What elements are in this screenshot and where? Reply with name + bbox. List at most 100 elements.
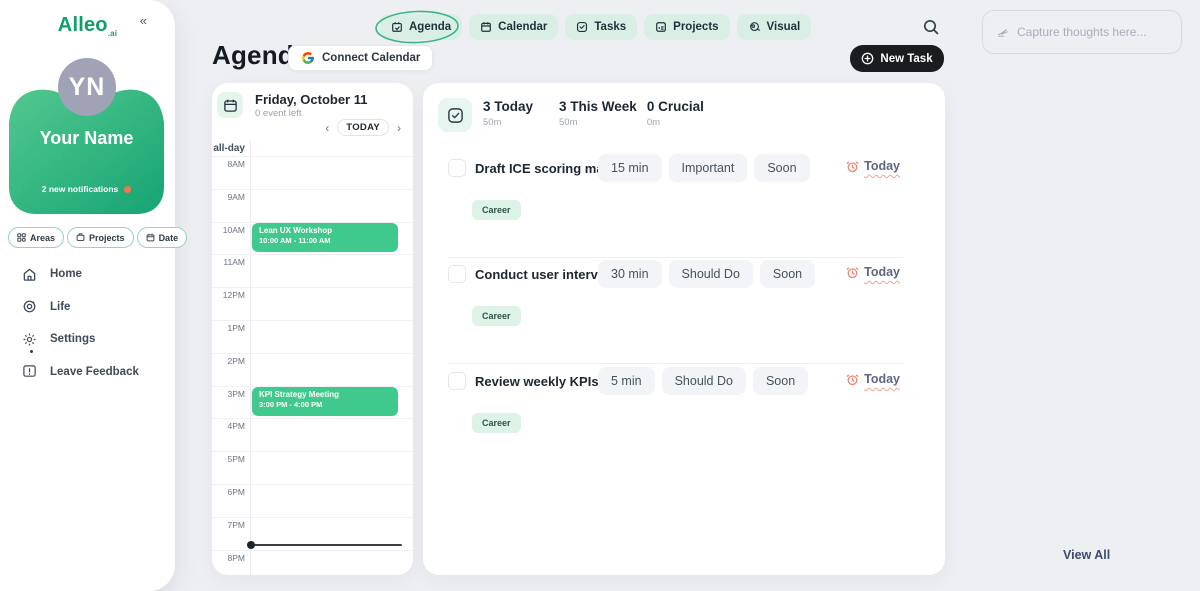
alarm-icon	[846, 373, 859, 386]
task-title[interactable]: Review weekly KPIs	[475, 374, 599, 389]
date-icon	[146, 233, 155, 242]
hour-line	[212, 320, 413, 321]
events-left-label: 0 event left	[255, 108, 301, 119]
search-button[interactable]	[922, 18, 942, 38]
task-checkbox[interactable]	[448, 159, 466, 177]
sidebar-item-life[interactable]: Life	[22, 298, 139, 316]
priority-badge[interactable]: Important	[669, 154, 748, 182]
task-row: Review weekly KPIs 5 min Should Do Soon …	[423, 365, 945, 471]
sidebar-item-settings[interactable]: Settings	[22, 330, 139, 348]
task-row: Draft ICE scoring matrix 15 min Importan…	[423, 152, 945, 258]
collapse-sidebar-icon[interactable]: «	[140, 13, 147, 28]
tab-calendar[interactable]: Calendar	[469, 14, 558, 40]
sidebar-nav: Home Life Settings Leave Feedback	[22, 265, 139, 395]
tab-projects[interactable]: Projects	[644, 14, 729, 40]
priority-badge[interactable]: Should Do	[662, 367, 746, 395]
day-calendar-panel: Friday, October 11 0 event left ‹ TODAY …	[212, 83, 413, 575]
notification-dot-icon	[124, 186, 131, 193]
task-badges: 15 min Important Soon	[598, 154, 810, 182]
sidebar-item-home[interactable]: Home	[22, 265, 139, 283]
duration-badge[interactable]: 5 min	[598, 367, 655, 395]
tab-visual[interactable]: Visual	[737, 14, 812, 40]
row-divider	[448, 363, 903, 364]
stat-crucial: 0 Crucial0m	[647, 99, 704, 128]
alarm-icon	[846, 160, 859, 173]
tasks-icon	[576, 21, 588, 33]
notifications-label: 2 new notifications	[42, 184, 119, 194]
task-checkbox[interactable]	[448, 372, 466, 390]
hour-label: 2PM	[212, 356, 245, 366]
hour-label: 8PM	[212, 553, 245, 563]
home-icon	[22, 267, 37, 282]
task-tag[interactable]: Career	[472, 200, 521, 220]
timeframe-badge[interactable]: Soon	[754, 154, 809, 182]
agenda-icon	[391, 21, 403, 33]
today-button[interactable]: TODAY	[337, 119, 389, 136]
gear-icon	[22, 332, 37, 347]
duration-badge[interactable]: 30 min	[598, 260, 662, 288]
hour-label: 3PM	[212, 389, 245, 399]
priority-badge[interactable]: Should Do	[669, 260, 753, 288]
task-checkbox[interactable]	[448, 265, 466, 283]
task-tag[interactable]: Career	[472, 413, 521, 433]
hour-label: 4PM	[212, 421, 245, 431]
time-grid[interactable]: all-day 8AM 9AM 10AM 11AM 12PM 1PM 2PM 3…	[212, 140, 413, 575]
hour-line	[212, 353, 413, 354]
sidebar-item-leave-feedback[interactable]: Leave Feedback	[22, 363, 139, 381]
sidebar: Alleo.ai « YN Your Name 2 new notificati…	[0, 0, 175, 591]
current-time-indicator	[250, 544, 402, 546]
hour-label: 5PM	[212, 454, 245, 464]
stat-today: 3 Today50m	[483, 99, 533, 128]
app-logo: Alleo.ai	[0, 14, 175, 38]
timeframe-badge[interactable]: Soon	[760, 260, 815, 288]
visual-icon	[748, 21, 761, 33]
connect-calendar-button[interactable]: Connect Calendar	[288, 45, 433, 71]
duration-badge[interactable]: 15 min	[598, 154, 662, 182]
calendar-date: Friday, October 11	[255, 92, 367, 107]
notifications[interactable]: 2 new notifications	[9, 184, 164, 194]
task-tag[interactable]: Career	[472, 306, 521, 326]
main-tabs: Agenda Calendar Tasks Projects Visual	[380, 14, 811, 40]
due-date[interactable]: Today	[846, 372, 900, 386]
view-all-link[interactable]: View All	[1063, 548, 1110, 562]
due-date[interactable]: Today	[846, 265, 900, 279]
all-day-label: all-day	[212, 143, 250, 154]
projects-filter-button[interactable]: Projects	[67, 227, 134, 248]
tab-agenda[interactable]: Agenda	[380, 14, 462, 40]
projects-icon	[76, 233, 85, 242]
filter-row: Areas Projects Date	[8, 227, 168, 248]
calendar-nav: ‹ TODAY ›	[325, 119, 401, 136]
hour-label: 7PM	[212, 520, 245, 530]
tab-tasks[interactable]: Tasks	[565, 14, 637, 40]
calendar-header-icon	[217, 92, 243, 118]
hour-label: 6PM	[212, 487, 245, 497]
hour-line	[212, 517, 413, 518]
avatar[interactable]: YN	[58, 58, 116, 116]
task-badges: 30 min Should Do Soon	[598, 260, 815, 288]
calendar-event[interactable]: Lean UX Workshop 10:00 AM - 11:00 AM	[252, 223, 398, 252]
new-task-button[interactable]: New Task	[850, 45, 944, 72]
capture-pen-icon	[997, 27, 1009, 38]
profile-name: Your Name	[9, 128, 164, 149]
prev-day-button[interactable]: ‹	[325, 122, 329, 134]
hour-line	[212, 156, 413, 157]
task-row: Conduct user interviews 30 min Should Do…	[423, 258, 945, 364]
stat-this-week: 3 This Week50m	[559, 99, 637, 128]
due-date[interactable]: Today	[846, 159, 900, 173]
timeframe-badge[interactable]: Soon	[753, 367, 808, 395]
tasks-check-icon	[438, 98, 472, 132]
current-time-dot	[247, 541, 255, 549]
hour-line	[212, 287, 413, 288]
hour-line	[212, 451, 413, 452]
capture-thoughts-input[interactable]	[1017, 25, 1167, 39]
date-filter-button[interactable]: Date	[137, 227, 188, 248]
next-day-button[interactable]: ›	[397, 122, 401, 134]
areas-filter-button[interactable]: Areas	[8, 227, 64, 248]
task-badges: 5 min Should Do Soon	[598, 367, 808, 395]
hour-line	[212, 189, 413, 190]
alarm-icon	[846, 266, 859, 279]
life-icon	[22, 299, 37, 314]
calendar-event[interactable]: KPI Strategy Meeting 3:00 PM - 4:00 PM	[252, 387, 398, 416]
projects-tab-icon	[655, 21, 667, 33]
search-icon	[922, 18, 940, 36]
